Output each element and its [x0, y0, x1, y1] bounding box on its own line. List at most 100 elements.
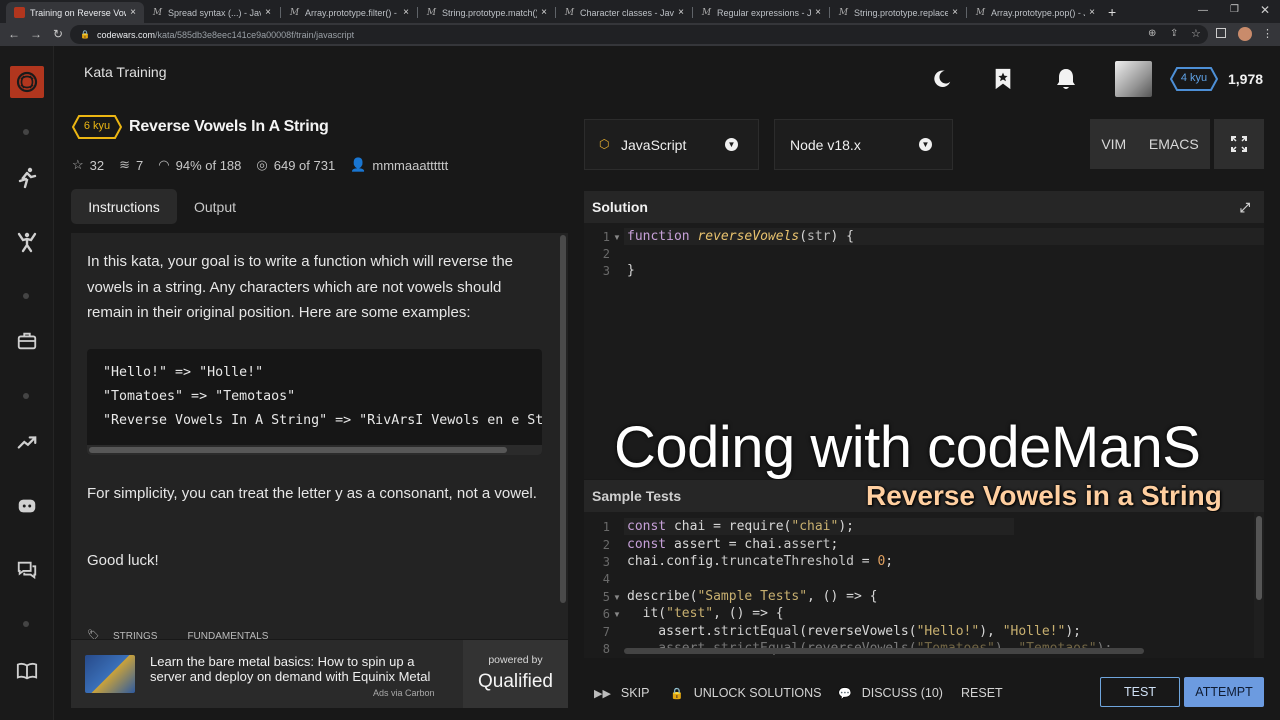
tab-output[interactable]: Output — [180, 189, 250, 224]
notifications-bell-icon[interactable] — [1053, 66, 1079, 92]
browser-tab[interactable]: M Character classes - JavaScri × — [556, 2, 692, 23]
carbon-ad[interactable]: Learn the bare metal basics: How to spin… — [71, 640, 568, 708]
nav-dot — [23, 393, 29, 399]
chat-bubbles-icon[interactable] — [14, 557, 40, 583]
url-host: codewars.com — [96, 29, 155, 40]
qualified-sponsor[interactable]: powered by Qualified — [463, 640, 568, 708]
chevron-down-icon: ▼ — [725, 138, 738, 151]
description-scrollbar[interactable] — [558, 233, 568, 639]
fold-arrow-icon[interactable]: ▼ — [613, 593, 621, 602]
reset-button[interactable]: RESET — [961, 686, 1003, 700]
tab-title: String.prototype.match() - — [442, 7, 538, 18]
ad-image[interactable] — [85, 655, 135, 693]
runtime-select[interactable]: Node v18.x ▼ — [774, 119, 953, 170]
test-button[interactable]: TEST — [1100, 677, 1180, 707]
discord-icon[interactable] — [14, 493, 40, 519]
bookmark-icon[interactable] — [990, 66, 1016, 92]
example-line: "Hello!" => "Holle!" — [103, 365, 264, 380]
browser-tab-active[interactable]: Training on Reverse Vowels × — [6, 2, 144, 23]
lock-icon: 🔒 — [80, 30, 90, 39]
user-avatar[interactable] — [1115, 61, 1152, 97]
mdn-favicon: M — [426, 7, 437, 18]
browser-tab[interactable]: M String.prototype.replace() × — [830, 2, 966, 23]
vim-mode-button[interactable]: VIM — [1101, 136, 1126, 152]
reload-icon[interactable]: ↻ — [50, 26, 66, 42]
expand-icon[interactable]: ⤢ — [1240, 200, 1250, 216]
star-icon: ☆ — [72, 157, 84, 172]
forward-arrow-icon[interactable]: → — [28, 26, 44, 42]
codewars-logo[interactable] — [10, 66, 44, 98]
close-tab-icon[interactable]: × — [130, 7, 136, 18]
dark-mode-moon-icon[interactable] — [929, 66, 955, 92]
description-panel: In this kata, your goal is to write a fu… — [71, 233, 568, 639]
unlock-solutions-button[interactable]: 🔒 UNLOCK SOLUTIONS — [670, 686, 822, 700]
author-stat[interactable]: 👤 mmmaaatttttt — [350, 157, 448, 173]
kata-title: Reverse Vowels In A String — [129, 118, 329, 135]
tests-horizontal-scrollbar[interactable] — [624, 648, 1144, 654]
fullscreen-button[interactable] — [1214, 119, 1264, 169]
collections-count: 7 — [136, 157, 144, 173]
briefcase-icon[interactable] — [14, 328, 40, 354]
scrollbar-thumb[interactable] — [1256, 516, 1262, 600]
line-number: 3 — [602, 555, 610, 569]
discuss-button[interactable]: 💬 DISCUSS (10) — [838, 686, 943, 700]
sample-tests-editor[interactable]: 1 2 3 4 5 ▼ 6 ▼ 7 8 const chai = require… — [584, 512, 1264, 658]
ad-via-label[interactable]: Ads via Carbon — [373, 688, 435, 698]
expand-icon — [1231, 136, 1247, 152]
bookmark-star-icon[interactable]: ☆ — [1191, 27, 1201, 40]
restore-window-icon[interactable]: ❐ — [1230, 4, 1239, 15]
completed-stat: ◎ 649 of 731 — [256, 157, 335, 173]
emacs-mode-button[interactable]: EMACS — [1149, 136, 1199, 152]
user-rank-badge[interactable]: 4 kyu — [1170, 67, 1218, 91]
tab-title: Array.prototype.filter() - Ja — [305, 7, 400, 18]
attempt-button[interactable]: ATTEMPT — [1184, 677, 1264, 707]
close-tab-icon[interactable]: × — [265, 7, 271, 18]
close-tab-icon[interactable]: × — [1089, 7, 1095, 18]
close-window-icon[interactable]: ✕ — [1260, 3, 1270, 17]
minimize-window-icon[interactable]: — — [1198, 5, 1208, 16]
tag-strings[interactable]: STRINGS — [113, 631, 157, 639]
browser-tab[interactable]: M String.prototype.match() - × — [418, 2, 555, 23]
trending-up-icon[interactable] — [14, 429, 40, 455]
back-arrow-icon[interactable]: ← — [6, 26, 22, 42]
profile-avatar-icon[interactable] — [1238, 27, 1252, 41]
language-select[interactable]: ⬡ JavaScript ▼ — [584, 119, 759, 170]
tab-instructions[interactable]: Instructions — [71, 189, 177, 224]
fold-arrow-icon[interactable]: ▼ — [613, 233, 621, 242]
stars-stat[interactable]: ☆ 32 — [72, 157, 104, 173]
collections-stat[interactable]: ≋ 7 — [119, 157, 143, 173]
skip-button[interactable]: ▶▶ SKIP — [594, 686, 649, 700]
sidebar-toggle-icon[interactable] — [1216, 28, 1226, 38]
close-tab-icon[interactable]: × — [541, 7, 547, 18]
scrollbar-thumb[interactable] — [560, 235, 566, 603]
book-icon[interactable] — [14, 658, 40, 684]
code-horizontal-scrollbar[interactable] — [87, 445, 542, 455]
close-tab-icon[interactable]: × — [952, 7, 958, 18]
tab-title: Regular expressions - Java — [717, 7, 812, 18]
browser-tab[interactable]: M Spread syntax (...) - JavaScri × — [144, 2, 279, 23]
ad-text[interactable]: Learn the bare metal basics: How to spin… — [150, 654, 450, 684]
close-tab-icon[interactable]: × — [815, 7, 821, 18]
tests-vertical-scrollbar[interactable] — [1254, 512, 1264, 658]
browser-tab[interactable]: M Array.prototype.filter() - Ja × — [281, 2, 417, 23]
training-strength-icon[interactable] — [14, 229, 40, 255]
close-tab-icon[interactable]: × — [678, 7, 684, 18]
browser-menu-icon[interactable]: ⋮ — [1262, 27, 1273, 40]
kata-kyu-badge: 6 kyu — [72, 115, 122, 139]
new-tab-button[interactable]: + — [1108, 4, 1116, 20]
browser-tab[interactable]: M Regular expressions - Java × — [693, 2, 829, 23]
sample-tests-label: Sample Tests — [592, 488, 682, 504]
browser-toolbar: ← → ↻ 🔒 codewars.com /kata/585db3e8eec14… — [0, 23, 1280, 46]
share-icon[interactable]: ⇪ — [1170, 28, 1178, 39]
tag-fundamentals[interactable]: FUNDAMENTALS — [187, 631, 268, 639]
line-number: 1 — [602, 230, 610, 244]
practice-runner-icon[interactable] — [14, 165, 40, 191]
browser-tab[interactable]: M Array.prototype.pop() - Ja × — [967, 2, 1103, 23]
code-line: const chai = require("chai"); — [627, 519, 854, 534]
zoom-icon[interactable]: ⊕ — [1148, 28, 1156, 39]
fold-arrow-icon[interactable]: ▼ — [613, 610, 621, 619]
address-bar[interactable]: 🔒 codewars.com /kata/585db3e8eec141ce9a0… — [70, 25, 1208, 44]
scrollbar-thumb[interactable] — [89, 447, 507, 453]
close-tab-icon[interactable]: × — [403, 7, 409, 18]
video-watermark-title: Coding with codeManS — [614, 415, 1201, 480]
